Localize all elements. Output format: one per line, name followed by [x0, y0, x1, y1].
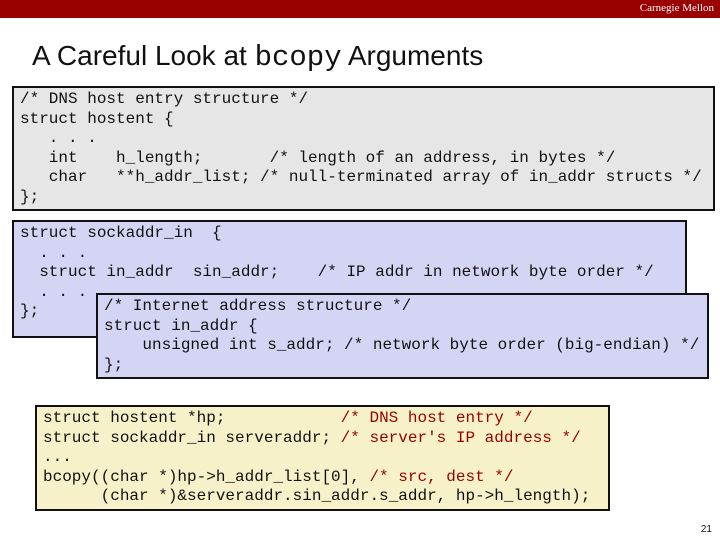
- code-line: (char *)&serveraddr.sin_addr.s_addr, hp-…: [43, 487, 608, 507]
- code-line: struct in_addr sin_addr; /* IP addr in n…: [20, 263, 654, 281]
- code-text: bcopy((char *)hp->h_addr_list[0],: [43, 467, 370, 486]
- code-text: ...: [43, 448, 72, 466]
- code-line: . . .: [20, 129, 97, 147]
- usage-code-box: struct hostent *hp; /* DNS host entry */…: [35, 405, 610, 511]
- code-line: /* Internet address structure */: [104, 297, 412, 315]
- in-addr-code-box: /* Internet address structure */struct i…: [96, 293, 709, 379]
- code-line: ...: [43, 448, 608, 468]
- code-line: struct hostent {: [20, 109, 174, 128]
- code-comment: /* DNS host entry */: [340, 409, 533, 427]
- code-line: };: [20, 187, 40, 206]
- code-comment: /* server's IP address */: [340, 428, 581, 447]
- code-line: struct in_addr {: [104, 316, 258, 335]
- code-comment: /* src, dest */: [369, 467, 514, 486]
- code-text: struct hostent *hp;: [43, 409, 341, 427]
- header-bar: Carnegie Mellon: [0, 0, 720, 18]
- code-line: struct hostent *hp; /* DNS host entry */: [43, 409, 608, 429]
- code-line: };: [104, 355, 124, 374]
- code-line: /* DNS host entry structure */: [20, 90, 309, 108]
- brand-label: Carnegie Mellon: [639, 2, 714, 14]
- title-prefix: A Careful Look at: [32, 40, 255, 71]
- code-line: bcopy((char *)hp->h_addr_list[0], /* src…: [43, 468, 608, 488]
- code-line: int h_length; /* length of an address, i…: [20, 148, 616, 167]
- code-line: unsigned int s_addr; /* network byte ord…: [104, 336, 700, 354]
- code-text: (char *)&serveraddr.sin_addr.s_addr, hp-…: [43, 487, 591, 505]
- title-suffix: Arguments: [341, 40, 484, 71]
- code-text: struct sockaddr_in serveraddr;: [43, 428, 341, 447]
- code-line: char **h_addr_list; /* null-terminated a…: [20, 168, 702, 186]
- slide-title: A Careful Look at bcopy Arguments: [32, 40, 483, 74]
- code-line: struct sockaddr_in serveraddr; /* server…: [43, 429, 608, 449]
- code-line: . . .: [20, 243, 88, 262]
- hostent-code-box: /* DNS host entry structure */struct hos…: [12, 86, 715, 211]
- title-code: bcopy: [254, 41, 342, 74]
- page-number: 21: [700, 524, 712, 535]
- code-line: struct sockaddr_in {: [20, 224, 222, 242]
